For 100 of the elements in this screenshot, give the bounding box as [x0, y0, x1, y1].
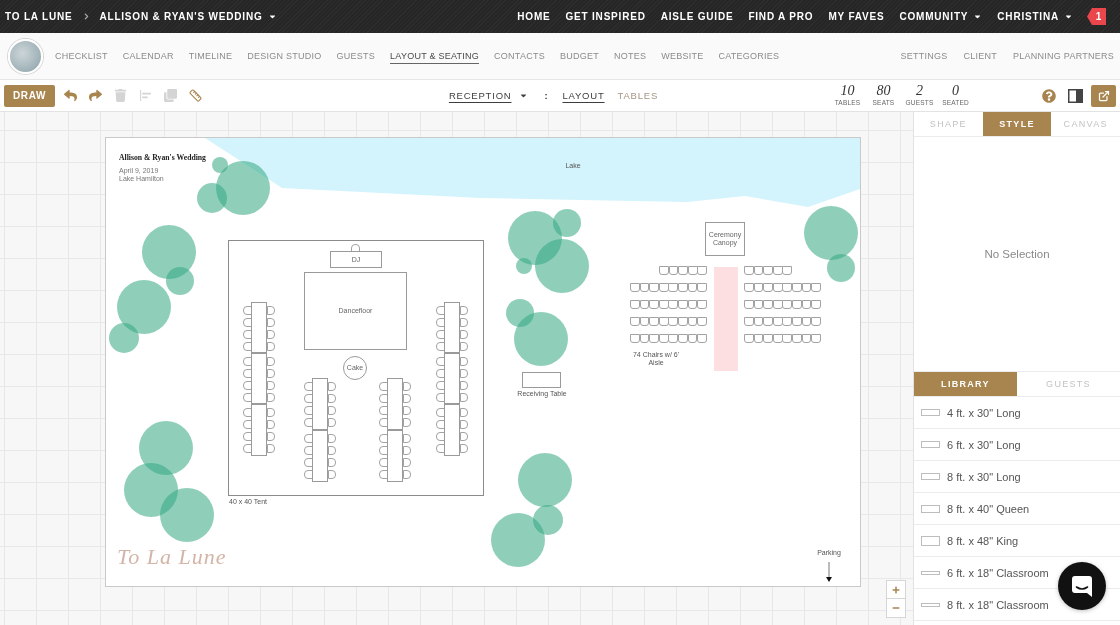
chair: [782, 300, 793, 309]
chair: [753, 266, 764, 275]
parking-arrow: [826, 561, 832, 582]
chair: [697, 266, 708, 275]
chair: [753, 317, 764, 326]
banquet-table: [387, 378, 403, 430]
chair: [687, 283, 698, 292]
tree: [160, 488, 214, 542]
avatar[interactable]: [8, 38, 43, 74]
nav-link[interactable]: WEBSITE: [661, 48, 704, 64]
nav-link[interactable]: TIMELINE: [188, 48, 233, 64]
table-shape-icon: [921, 473, 940, 480]
event-dropdown[interactable]: ALLISON & RYAN'S WEDDING: [99, 11, 277, 22]
chair: [801, 283, 812, 292]
plus-icon: [892, 585, 900, 594]
table-shape-icon: [921, 409, 940, 416]
top-nav-link[interactable]: FIND A PRO: [748, 11, 814, 22]
nav-link[interactable]: SETTINGS: [900, 48, 948, 64]
brand-link[interactable]: TO LA LUNE: [5, 11, 73, 22]
chair: [687, 334, 698, 343]
panel-tab[interactable]: LIBRARY: [914, 372, 1017, 396]
chair: [639, 334, 650, 343]
nav-link[interactable]: GUESTS: [336, 48, 376, 64]
top-nav-link[interactable]: COMMUNITY: [899, 11, 983, 22]
chair: [782, 334, 793, 343]
nav-link[interactable]: PLANNING PARTNERS: [1013, 48, 1114, 64]
banquet-table: [312, 430, 328, 482]
separator-text: :: [544, 90, 549, 101]
chair: [668, 283, 679, 292]
zoom-in-button[interactable]: [886, 580, 906, 599]
chair: [639, 300, 650, 309]
chair: [639, 317, 650, 326]
empty-state-message: No Selection: [984, 248, 1050, 260]
stat-value: 80: [876, 84, 891, 98]
stat-value: 0: [952, 84, 959, 98]
top-nav-link[interactable]: AISLE GUIDE: [660, 11, 734, 22]
view-tab[interactable]: TABLES: [617, 90, 659, 101]
trash-icon: [113, 89, 127, 102]
chair: [772, 300, 783, 309]
chair: [753, 334, 764, 343]
caret-icon: [518, 91, 528, 100]
nav-link[interactable]: LAYOUT & SEATING: [390, 48, 480, 64]
caret-icon: [1064, 12, 1073, 21]
nav-link[interactable]: CALENDAR: [122, 48, 174, 64]
stat-value: 10: [840, 84, 855, 98]
align-icon: [138, 89, 152, 102]
top-nav-link[interactable]: GET INSPIRED: [565, 11, 646, 22]
ruler-icon: [188, 89, 202, 102]
nav-link[interactable]: CHECKLIST: [55, 48, 108, 64]
table-shape-icon: [921, 570, 940, 575]
redo-icon: [88, 89, 102, 102]
copy-icon: [163, 89, 177, 102]
chair: [687, 266, 698, 275]
banquet-table: [251, 353, 267, 404]
share-icon: [1097, 89, 1110, 102]
tree: [124, 463, 178, 517]
chevron-icon: [83, 13, 91, 20]
chair: [753, 300, 764, 309]
nav-link[interactable]: CLIENT: [963, 48, 998, 64]
chat-icon: [1072, 575, 1092, 597]
caret-icon: [267, 12, 277, 21]
banquet-table: [251, 302, 267, 353]
nav-link[interactable]: CONTACTS: [494, 48, 545, 64]
table-shape-icon: [921, 441, 940, 448]
top-nav-link[interactable]: CHRISTINA: [997, 11, 1073, 22]
view-tab[interactable]: LAYOUT: [562, 90, 605, 101]
chair: [753, 283, 764, 292]
nav-link[interactable]: CATEGORIES: [718, 48, 780, 64]
notification-badge[interactable]: 1: [1087, 8, 1106, 25]
table-shape-icon: [921, 535, 940, 546]
nav-link[interactable]: BUDGET: [559, 48, 599, 64]
nav-link[interactable]: NOTES: [613, 48, 647, 64]
chair: [658, 334, 669, 343]
stat-value: 2: [916, 84, 923, 98]
chair: [801, 334, 812, 343]
banquet-table: [251, 404, 267, 456]
panel-tab[interactable]: STYLE: [982, 112, 1052, 136]
chair: [772, 317, 783, 326]
chair: [772, 283, 783, 292]
chair: [668, 300, 679, 309]
logo-wordmark: To La Lune: [117, 544, 227, 570]
chair: [772, 334, 783, 343]
room-dropdown[interactable]: RECEPTION: [448, 90, 528, 101]
share-button[interactable]: [1091, 84, 1116, 107]
help-icon[interactable]: [1042, 88, 1056, 103]
chair: [658, 300, 669, 309]
zoom-out-button[interactable]: [886, 599, 906, 618]
banquet-table: [444, 404, 460, 456]
banquet-table: [444, 353, 460, 404]
top-nav-link[interactable]: HOME: [517, 11, 551, 22]
chair: [772, 266, 783, 275]
table-shape-icon: [921, 602, 940, 607]
nav-link[interactable]: DESIGN STUDIO: [247, 48, 322, 64]
top-nav-link[interactable]: MY FAVES: [828, 11, 885, 22]
undo-icon: [63, 89, 77, 102]
panel-toggle-icon[interactable]: [1068, 88, 1083, 103]
chair: [801, 300, 812, 309]
draw-button[interactable]: DRAW: [4, 84, 55, 107]
tree: [139, 421, 193, 475]
caret-icon: [973, 12, 983, 21]
